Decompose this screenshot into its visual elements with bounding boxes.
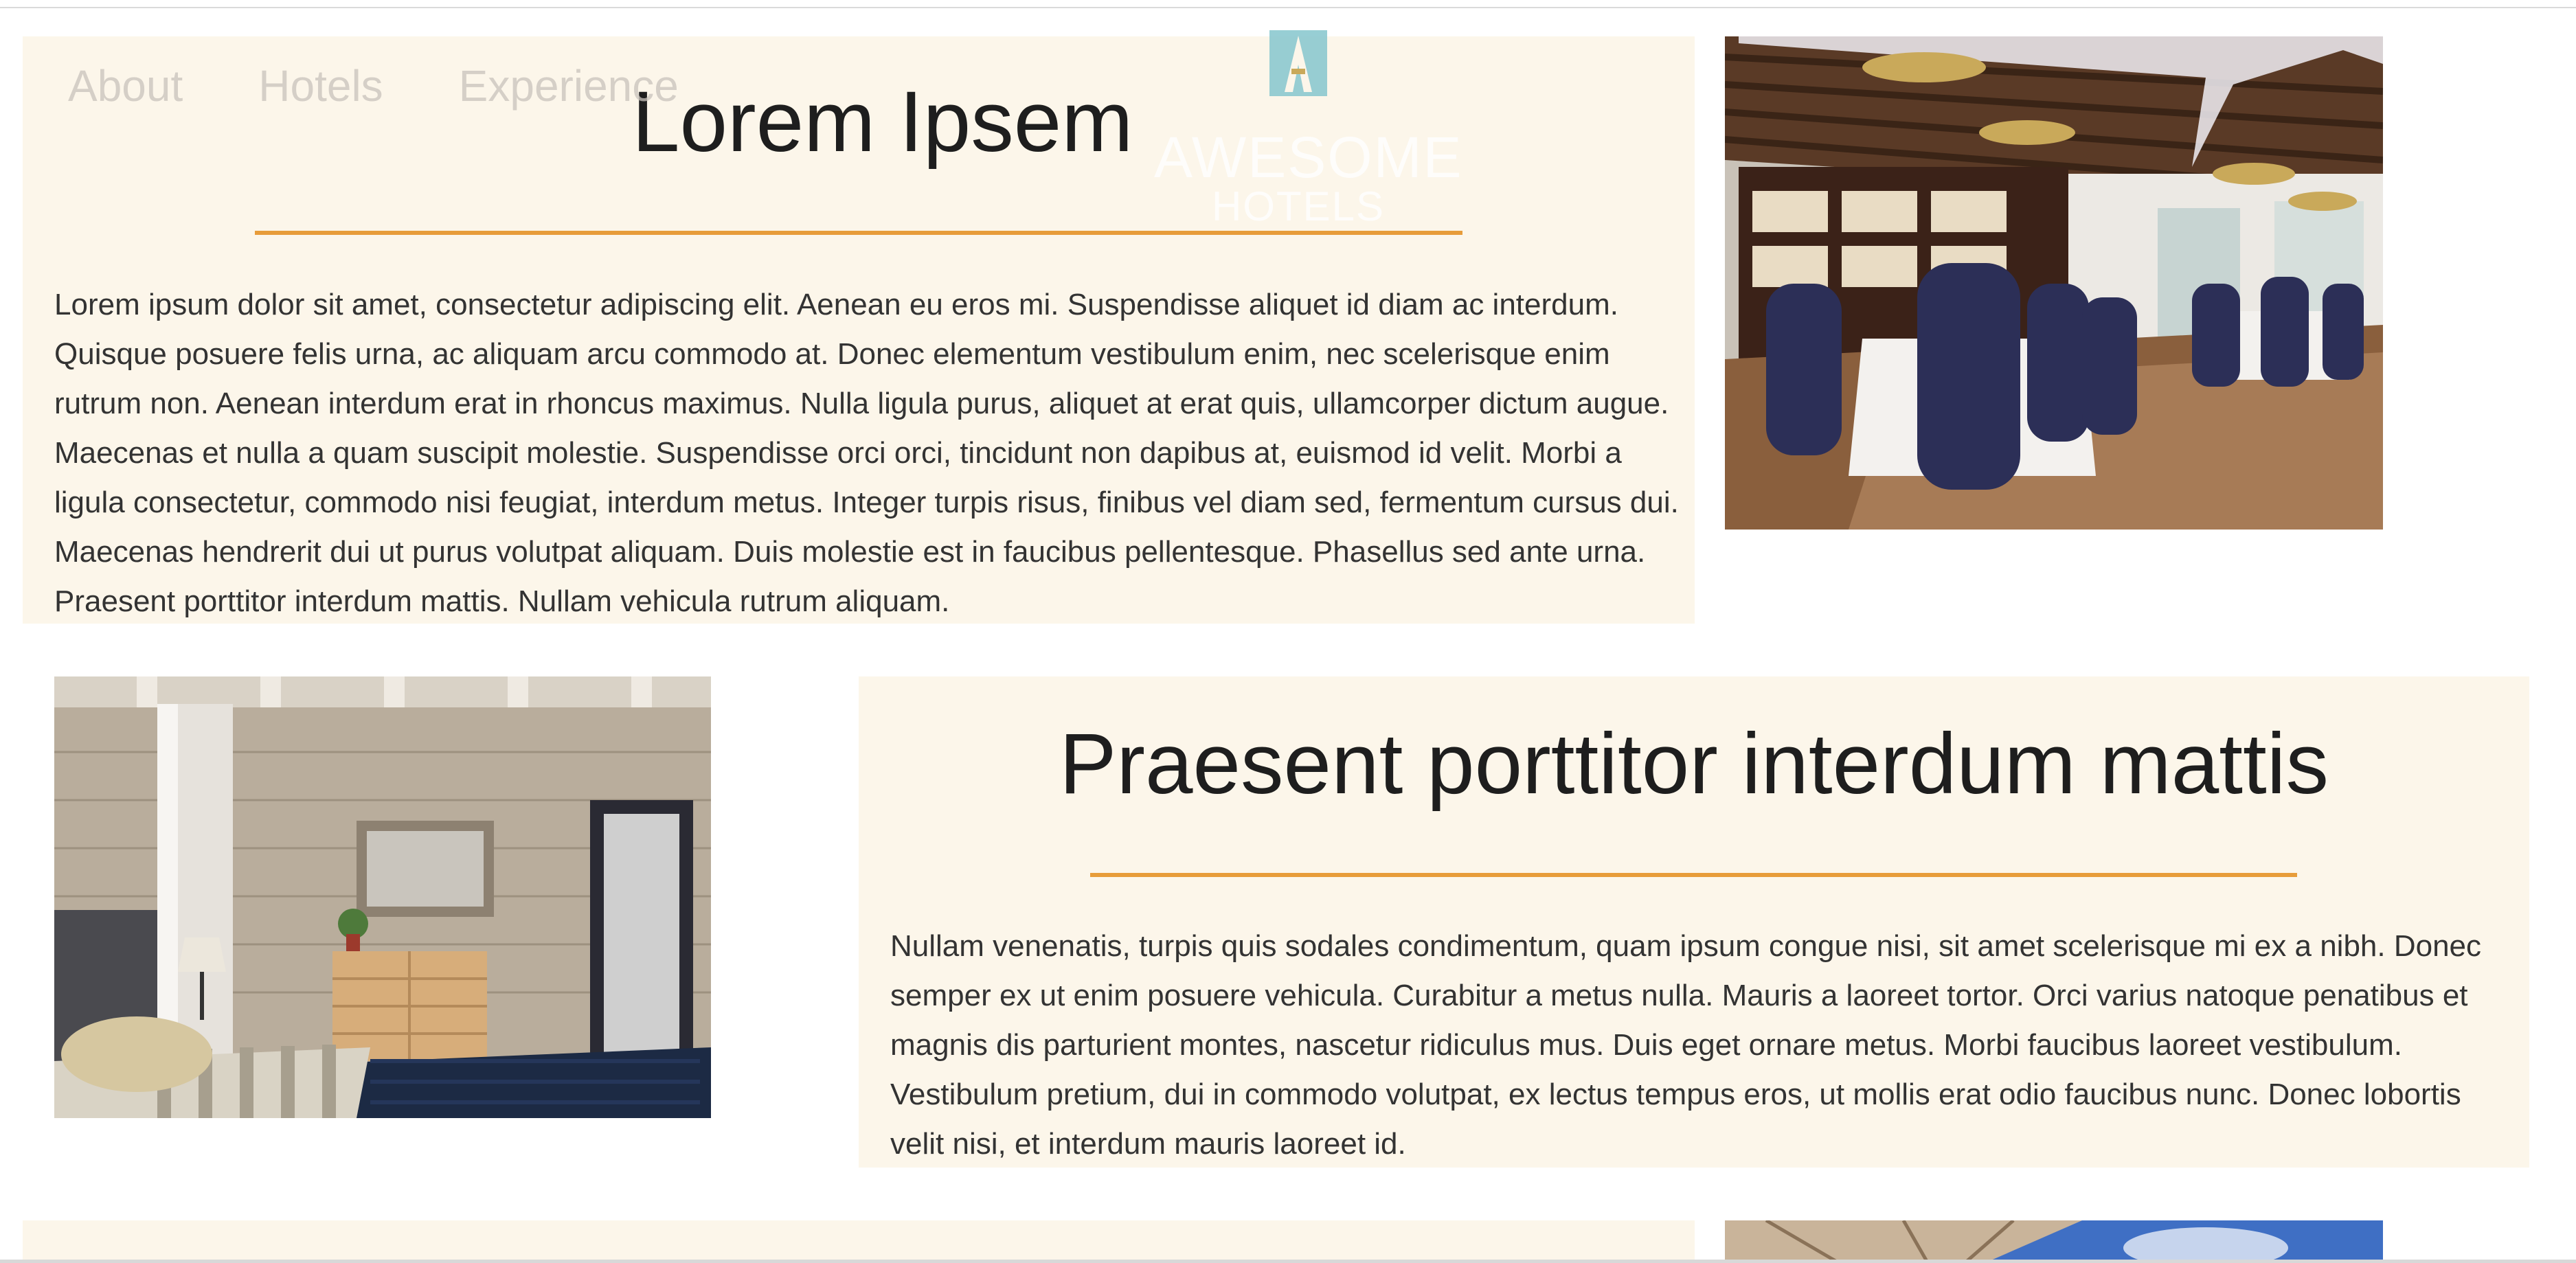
nav-link-about[interactable]: About [68,58,183,113]
section-2-body: Nullam venenatis, turpis quis sodales co… [890,929,2482,1161]
site-logo[interactable]: AWESOME HOTELS [1154,30,1463,229]
nav-link-hotels[interactable]: Hotels [258,58,383,113]
restaurant-photo [1725,36,2383,530]
section-2-title: Praesent porttitor interdum mattis [1059,716,2329,812]
letter-a-tower-icon [1269,30,1327,96]
page: Lorem Ipsem Lorem ipsum dolor sit amet, … [0,0,2576,1263]
nav-link-experience[interactable]: Experience [459,58,679,113]
section-3-panel [23,1220,1695,1263]
main-nav: About Hotels Experience [68,58,679,113]
browser-top-edge [0,0,2576,8]
logo-text-hotels: HOTELS [1211,183,1386,229]
viewport-bottom-edge [0,1260,2576,1263]
section-2-divider [1090,873,2297,877]
umbrella-sky-photo [1725,1220,2383,1263]
logo-text-awesome: AWESOME [1154,125,1463,190]
section-1-body: Lorem ipsum dolor sit amet, consectetur … [54,288,1679,618]
section-1-divider [255,231,1462,235]
bedroom-photo [54,676,711,1118]
